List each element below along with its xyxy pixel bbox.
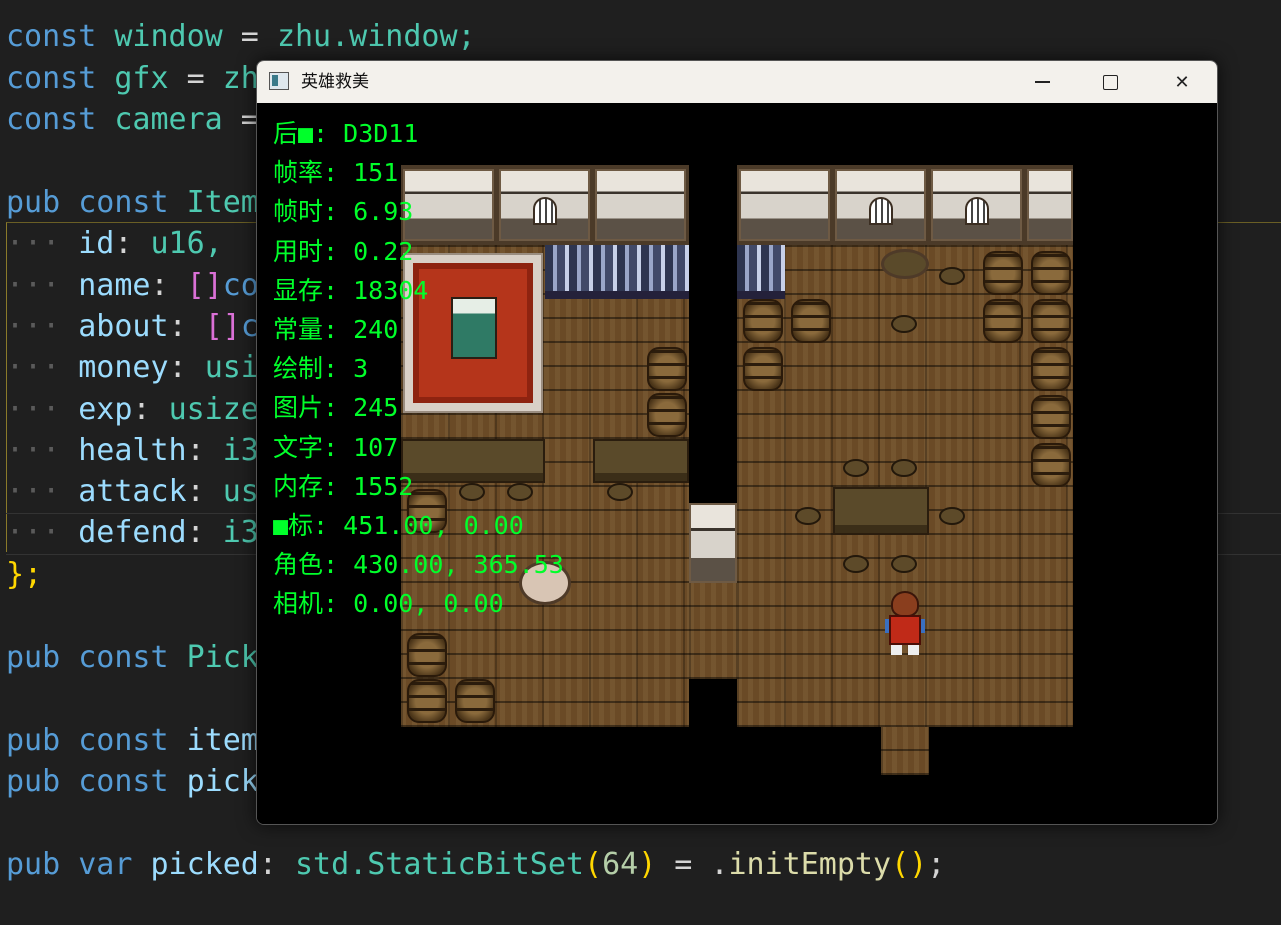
code-line-19: pub const pick <box>6 764 259 799</box>
doorway-floor <box>689 583 737 679</box>
player-head <box>891 591 919 617</box>
barrel <box>647 393 687 437</box>
window-icon <box>869 197 893 225</box>
barrel <box>1031 347 1071 391</box>
debug-fps: 帧率: 151 <box>273 158 399 188</box>
code-line-13: ··· defend: i3 <box>6 515 259 550</box>
barrel <box>791 299 831 343</box>
barrel <box>983 299 1023 343</box>
app-icon <box>269 72 289 90</box>
wall-panel <box>1027 169 1073 241</box>
stool <box>891 315 917 333</box>
stool <box>843 555 869 573</box>
barrel <box>1031 395 1071 439</box>
debug-backend: 后■: D3D11 <box>273 119 419 148</box>
close-button[interactable]: ✕ <box>1147 61 1217 103</box>
player-character <box>885 591 925 657</box>
code-line-21: pub var picked: std.StaticBitSet(64) = .… <box>6 847 946 882</box>
debug-images: 图片: 245 <box>273 393 399 423</box>
barrel <box>983 251 1023 295</box>
code-line-18: pub const item <box>6 723 259 758</box>
barrel <box>743 299 783 343</box>
code-line-1: const window = zhu.window; <box>6 19 476 54</box>
stool <box>939 267 965 285</box>
close-icon: ✕ <box>1174 71 1190 93</box>
code-line-3: const camera = <box>6 102 259 137</box>
barrel <box>407 679 447 723</box>
wall-panel <box>739 169 830 241</box>
window-title: 英雄救美 <box>301 72 369 92</box>
stool <box>891 459 917 477</box>
stool <box>795 507 821 525</box>
debug-frame-time: 帧时: 6.93 <box>273 197 414 227</box>
debug-used-time: 用时: 0.22 <box>273 236 414 266</box>
wall-panel <box>595 169 686 241</box>
stool <box>843 459 869 477</box>
debug-constants: 常量: 240 <box>273 314 399 344</box>
code-line-10: ··· exp: usize <box>6 392 259 427</box>
debug-cursor: ■标: 451.00, 0.00 <box>273 510 524 540</box>
debug-memory: 内存: 1552 <box>273 471 414 501</box>
barrel <box>407 633 447 677</box>
code-line-6: ··· id: u16, <box>6 226 223 261</box>
game-window[interactable]: 英雄救美 ✕ 后■: D3D11 帧率: 151 帧时: 6.93 用时: 0.… <box>256 60 1218 825</box>
code-line-5: pub const Item <box>6 185 259 220</box>
barrel <box>1031 443 1071 487</box>
maximize-icon <box>1102 74 1118 90</box>
code-line-16: pub const Pick <box>6 640 259 675</box>
debug-camera-pos: 相机: 0.00, 0.00 <box>273 589 504 619</box>
stool <box>607 483 633 501</box>
barrel <box>455 679 495 723</box>
stool <box>939 507 965 525</box>
player-body <box>889 615 921 645</box>
code-line-12: ··· attack: us <box>6 474 259 509</box>
code-line-11: ··· health: i3 <box>6 433 259 468</box>
barrel <box>647 347 687 391</box>
long-table <box>593 439 689 483</box>
stool <box>891 555 917 573</box>
player-feet <box>891 645 919 655</box>
debug-player-pos: 角色: 430.00, 365.53 <box>273 550 564 580</box>
barrel <box>1031 299 1071 343</box>
debug-draw-calls: 绘制: 3 <box>273 354 369 384</box>
code-line-2: const gfx = zh <box>6 61 259 96</box>
dining-table <box>833 487 929 535</box>
debug-vram: 显存: 18304 <box>273 275 429 305</box>
doorway-wall-panel <box>689 503 737 583</box>
barrel <box>1031 251 1071 295</box>
bookshelf <box>737 245 785 299</box>
bookshelf <box>545 245 689 299</box>
title-bar[interactable]: 英雄救美 ✕ <box>257 61 1217 103</box>
code-line-8: ··· about: []c <box>6 309 259 344</box>
exit-floor <box>881 727 929 775</box>
small-table <box>881 249 929 279</box>
minimize-icon <box>1034 81 1050 83</box>
debug-text: 文字: 107 <box>273 432 399 462</box>
code-line-14: }; <box>6 557 43 592</box>
barrel <box>743 347 783 391</box>
window-icon <box>965 197 989 225</box>
debug-overlay: 后■: D3D11 帧率: 151 帧时: 6.93 用时: 0.22 显存: … <box>273 114 564 623</box>
code-line-9: ··· money: usi <box>6 350 259 385</box>
code-line-7: ··· name: []co <box>6 268 259 303</box>
maximize-button[interactable] <box>1075 61 1145 103</box>
minimize-button[interactable] <box>1007 61 1077 103</box>
